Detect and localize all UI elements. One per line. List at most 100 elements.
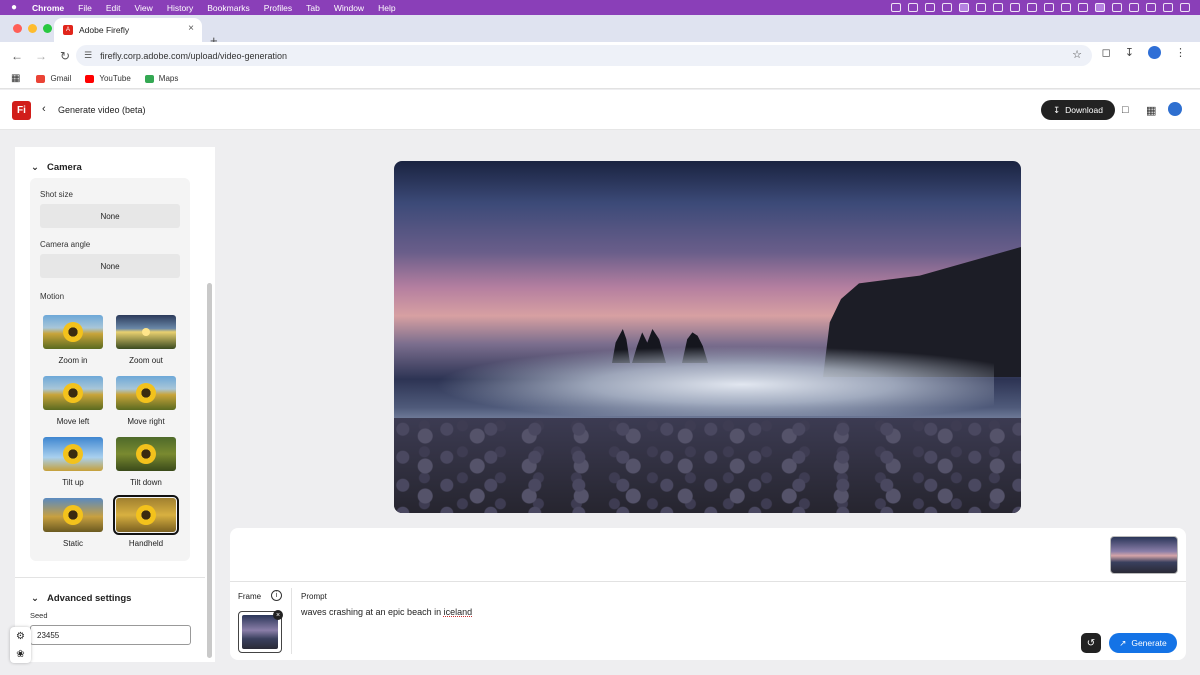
- site-info-icon[interactable]: ☰: [84, 50, 92, 61]
- bug-icon[interactable]: ❀: [16, 649, 24, 660]
- tray-icon[interactable]: [993, 3, 1003, 12]
- menu-tab[interactable]: Tab: [306, 3, 320, 13]
- info-icon[interactable]: i: [271, 590, 282, 601]
- tray-icon[interactable]: [1010, 3, 1020, 12]
- minimize-window-icon[interactable]: [28, 24, 37, 33]
- tab-strip: A Adobe Firefly × +: [0, 15, 1200, 48]
- generate-icon: ↗: [1119, 637, 1127, 648]
- wave-foam: [434, 346, 994, 416]
- profile-avatar[interactable]: [1148, 46, 1161, 59]
- camera-angle-select[interactable]: None: [40, 254, 180, 278]
- motion-thumbnail: [116, 376, 176, 410]
- motion-tilt-up[interactable]: Tilt up: [42, 437, 104, 497]
- reload-icon[interactable]: ↻: [58, 49, 72, 63]
- menu-chrome[interactable]: Chrome: [32, 3, 64, 13]
- tray-icon[interactable]: [1078, 3, 1088, 12]
- apps-grid-icon[interactable]: ▦: [1146, 104, 1156, 117]
- gmail-icon: [36, 74, 46, 83]
- motion-label: Motion: [40, 292, 65, 301]
- back-chevron-icon[interactable]: ‹: [42, 103, 46, 115]
- bookmark-maps[interactable]: Maps: [144, 74, 178, 83]
- tray-icon[interactable]: [1112, 3, 1122, 12]
- motion-caption: Handheld: [128, 539, 164, 548]
- tray-icon[interactable]: [908, 3, 918, 12]
- bookmark-star-icon[interactable]: ☆: [1072, 48, 1082, 61]
- tray-icon[interactable]: [959, 3, 969, 12]
- motion-handheld[interactable]: Handheld: [113, 495, 179, 558]
- tray-icon[interactable]: [925, 3, 935, 12]
- downloads-icon[interactable]: ↧: [1125, 46, 1134, 59]
- apple-icon[interactable]: ●: [11, 2, 17, 13]
- panel-scrollbar[interactable]: [207, 283, 212, 658]
- tray-icon[interactable]: [1095, 3, 1105, 12]
- firefly-logo[interactable]: Fi: [12, 101, 31, 120]
- shot-size-select[interactable]: None: [40, 204, 180, 228]
- video-preview[interactable]: △ ▽: [394, 161, 1021, 513]
- menu-file[interactable]: File: [78, 3, 92, 13]
- motion-move-right[interactable]: Move right: [115, 376, 177, 436]
- motion-static[interactable]: Static: [42, 498, 104, 558]
- camera-section-header[interactable]: ⌄ Camera: [31, 162, 82, 173]
- tray-icon[interactable]: [1044, 3, 1054, 12]
- more-menu-icon[interactable]: ⋮: [1175, 46, 1186, 59]
- apps-grid-icon[interactable]: ▦: [11, 73, 20, 84]
- menu-window[interactable]: Window: [334, 3, 364, 13]
- wifi-icon[interactable]: [1129, 3, 1139, 12]
- url-text[interactable]: firefly.corp.adobe.com/upload/video-gene…: [100, 51, 287, 61]
- menu-help[interactable]: Help: [378, 3, 395, 13]
- vertical-divider: [291, 588, 292, 654]
- seed-input[interactable]: 23455: [30, 625, 191, 645]
- gears-icon[interactable]: ⚙: [16, 631, 25, 642]
- menu-history[interactable]: History: [167, 3, 193, 13]
- forward-icon[interactable]: →: [34, 49, 48, 63]
- download-label: Download: [1065, 105, 1103, 115]
- search-icon[interactable]: [1163, 3, 1173, 12]
- download-button[interactable]: ↧ Download: [1041, 100, 1115, 120]
- bookmark-label: YouTube: [99, 74, 131, 83]
- close-window-icon[interactable]: [13, 24, 22, 33]
- back-icon[interactable]: ←: [10, 49, 24, 63]
- pebble-beach: [394, 418, 1021, 513]
- motion-zoom-out[interactable]: Zoom out: [115, 315, 177, 375]
- tray-icon[interactable]: [976, 3, 986, 12]
- close-tab-icon[interactable]: ×: [188, 23, 194, 34]
- menu-bookmarks[interactable]: Bookmarks: [207, 3, 250, 13]
- history-button[interactable]: ↺: [1081, 633, 1101, 653]
- frame-image-preview: [242, 615, 278, 649]
- motion-thumbnail: [43, 437, 103, 471]
- bookmark-youtube[interactable]: YouTube: [85, 74, 131, 83]
- generate-button[interactable]: ↗ Generate: [1109, 633, 1177, 653]
- zoom-window-icon[interactable]: [43, 24, 52, 33]
- shot-size-label: Shot size: [40, 190, 73, 199]
- tray-icon[interactable]: [942, 3, 952, 12]
- menu-view[interactable]: View: [135, 3, 153, 13]
- extensions-icon[interactable]: ◻: [1102, 46, 1111, 59]
- tray-icon[interactable]: [1027, 3, 1037, 12]
- user-avatar[interactable]: [1168, 102, 1182, 116]
- battery-icon[interactable]: [1146, 3, 1156, 12]
- bookmark-gmail[interactable]: Gmail: [36, 74, 71, 83]
- menu-profiles[interactable]: Profiles: [264, 3, 292, 13]
- remove-frame-icon[interactable]: ×: [273, 610, 283, 620]
- control-center-icon[interactable]: [1180, 3, 1190, 12]
- camera-angle-label: Camera angle: [40, 240, 91, 249]
- prompt-input[interactable]: waves crashing at an epic beach in icela…: [301, 607, 472, 617]
- motion-tilt-down[interactable]: Tilt down: [115, 437, 177, 497]
- chevron-down-icon: ⌄: [31, 593, 39, 604]
- motion-caption: Tilt down: [130, 478, 162, 487]
- browser-tab[interactable]: A Adobe Firefly ×: [54, 18, 202, 42]
- settings-panel: ⌄ Camera Shot size None Camera angle Non…: [15, 147, 215, 662]
- prompt-text: waves crashing at an epic beach in: [301, 607, 444, 617]
- advanced-section-header[interactable]: ⌄ Advanced settings: [31, 593, 131, 604]
- divider: [230, 581, 1186, 582]
- frame-image[interactable]: ×: [238, 610, 283, 653]
- motion-caption: Zoom out: [129, 356, 163, 365]
- motion-move-left[interactable]: Move left: [42, 376, 104, 436]
- motion-zoom-in[interactable]: Zoom in: [42, 315, 104, 375]
- generated-thumbnail[interactable]: [1110, 536, 1178, 574]
- menu-edit[interactable]: Edit: [106, 3, 121, 13]
- tray-icon[interactable]: [1061, 3, 1071, 12]
- address-bar[interactable]: ☰ firefly.corp.adobe.com/upload/video-ge…: [76, 45, 1092, 66]
- feedback-icon[interactable]: □: [1122, 104, 1129, 116]
- tray-icon[interactable]: [891, 3, 901, 12]
